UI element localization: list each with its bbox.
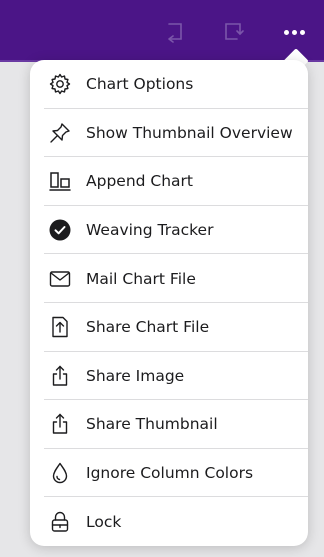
undo-icon [168,23,182,43]
menu-item-label: Chart Options [86,75,194,94]
checkmark-circle-icon [48,218,72,242]
menu-item-share-chart-file[interactable]: Share Chart File [30,303,308,352]
more-options-menu: Chart Options Show Thumbnail Overview Ap… [30,60,308,546]
redo-button[interactable] [220,18,248,46]
drop-icon [48,461,72,485]
menu-item-chart-options[interactable]: Chart Options [30,60,308,109]
menu-item-mail-chart-file[interactable]: Mail Chart File [30,254,308,303]
menu-item-label: Share Chart File [86,318,210,337]
undo-button[interactable] [160,18,188,46]
menu-item-lock[interactable]: Lock [30,497,308,546]
menu-item-share-image[interactable]: Share Image [30,352,308,401]
top-toolbar [0,0,324,62]
menu-item-label: Show Thumbnail Overview [86,123,293,142]
envelope-icon [48,267,72,291]
more-button[interactable] [280,18,308,46]
menu-item-label: Ignore Column Colors [86,464,254,483]
menu-item-label: Weaving Tracker [86,221,214,240]
share-icon [48,412,72,436]
pin-icon [48,121,72,145]
menu-item-label: Append Chart [86,172,194,191]
menu-item-show-thumbnail-overview[interactable]: Show Thumbnail Overview [30,109,308,158]
menu-item-ignore-column-colors[interactable]: Ignore Column Colors [30,449,308,498]
share-icon [48,364,72,388]
menu-item-share-thumbnail[interactable]: Share Thumbnail [30,400,308,449]
append-chart-icon [48,169,72,193]
share-file-icon [48,315,72,339]
menu-item-label: Share Image [86,366,185,385]
menu-item-label: Mail Chart File [86,269,196,288]
menu-item-label: Lock [86,512,122,531]
gear-icon [48,72,72,96]
menu-item-append-chart[interactable]: Append Chart [30,157,308,206]
more-icon [283,29,305,35]
lock-icon [48,510,72,534]
menu-item-label: Share Thumbnail [86,415,218,434]
redo-icon [225,23,244,40]
menu-item-weaving-tracker[interactable]: Weaving Tracker [30,206,308,255]
